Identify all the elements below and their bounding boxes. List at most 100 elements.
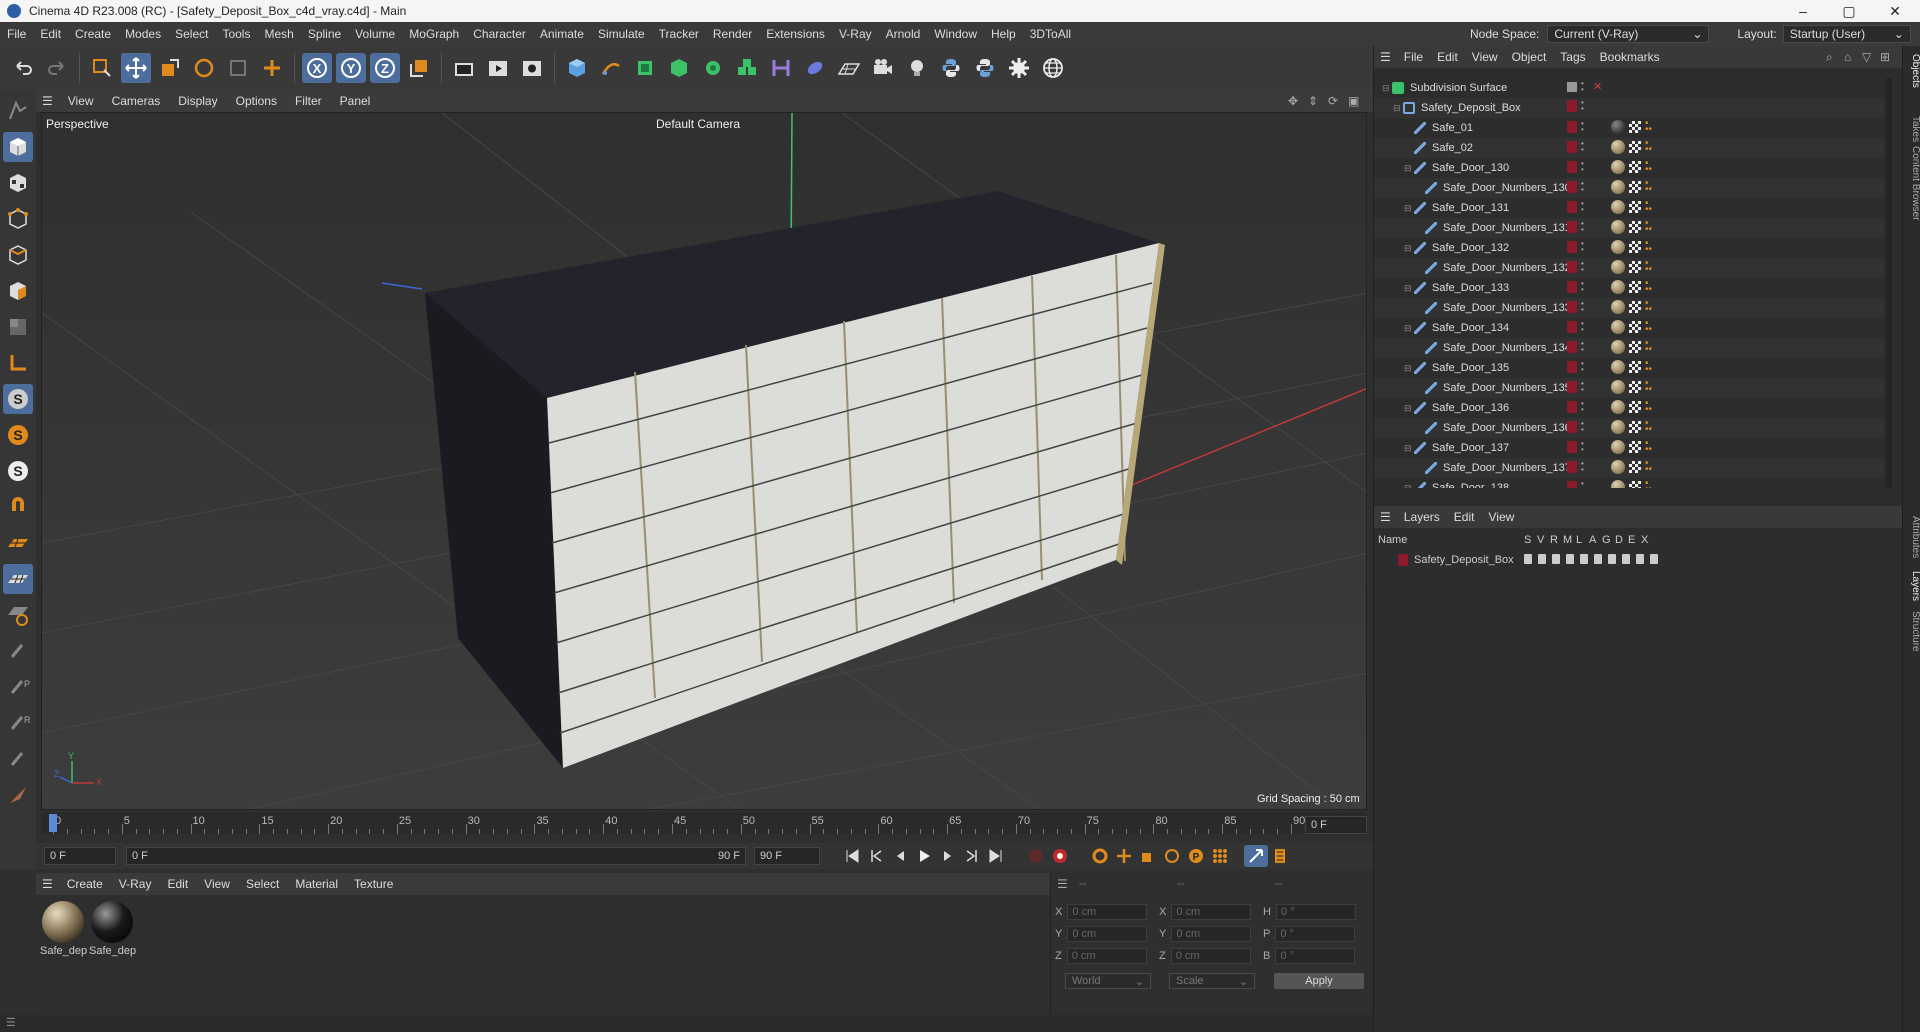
- uvw-tag-icon[interactable]: [1629, 481, 1641, 488]
- go-to-start-button[interactable]: [840, 845, 864, 867]
- object-tree-row[interactable]: Safe_Door_Numbers_135 • • • ••: [1374, 378, 1884, 398]
- workplane-button[interactable]: [3, 492, 33, 522]
- recent-tool-button[interactable]: [223, 53, 253, 83]
- layer-deformers-toggle-icon[interactable]: [1622, 554, 1630, 564]
- hamburger-icon[interactable]: ☰: [1057, 877, 1068, 891]
- layer-column-x[interactable]: X: [1641, 534, 1648, 546]
- material-menu-create[interactable]: Create: [59, 877, 111, 891]
- uvw-tag-icon[interactable]: [1629, 361, 1641, 373]
- zoom-view-icon[interactable]: ⇕: [1308, 94, 1318, 108]
- visibility-dots-icon[interactable]: ••: [1581, 180, 1589, 194]
- uvw-tag-icon[interactable]: [1629, 241, 1641, 253]
- material-tag-icon[interactable]: [1611, 440, 1625, 454]
- next-frame-button[interactable]: [936, 845, 960, 867]
- menu-edit[interactable]: Edit: [33, 27, 68, 41]
- node-space-select[interactable]: Current (V-Ray) ⌄: [1547, 25, 1710, 43]
- object-tree-row[interactable]: ⊟ Safe_Door_130 • • • ••: [1374, 158, 1884, 178]
- key-position-button[interactable]: [1112, 845, 1136, 867]
- brush-button[interactable]: [3, 636, 33, 666]
- layer-animation-toggle-icon[interactable]: [1594, 554, 1602, 564]
- rot-p-field[interactable]: 0 °: [1275, 926, 1356, 942]
- autokey-button[interactable]: [1048, 845, 1072, 867]
- timeline-ruler[interactable]: 0 5 10 15 20 25 30 35 40 45 50 55 60 65 70 75 80 85 90: [41, 812, 1367, 834]
- perspective-viewport[interactable]: Perspective Default Camera Grid Spacing …: [41, 112, 1367, 810]
- layer-color-swatch[interactable]: [1567, 121, 1577, 133]
- scale-tool-button[interactable]: [155, 53, 185, 83]
- visibility-dots-icon[interactable]: ••: [1581, 360, 1589, 374]
- expand-icon[interactable]: ⊞: [1880, 50, 1890, 64]
- layer-color-swatch[interactable]: [1567, 321, 1577, 333]
- x-axis-lock-button[interactable]: X: [302, 53, 332, 83]
- material-tag-icon[interactable]: [1611, 120, 1625, 134]
- enabled-toggle-icon[interactable]: ✕: [1593, 80, 1602, 93]
- vray-tag-icon[interactable]: •••: [1645, 459, 1652, 475]
- light-button[interactable]: [902, 53, 932, 83]
- pos-x-field[interactable]: 0 cm: [1067, 904, 1148, 920]
- rotate-view-icon[interactable]: ⟳: [1328, 94, 1338, 108]
- pen-spline-button[interactable]: [596, 53, 626, 83]
- edge-mode-button[interactable]: [3, 240, 33, 270]
- python-script-button[interactable]: [936, 53, 966, 83]
- uvw-tag-icon[interactable]: [1629, 281, 1641, 293]
- material-tag-icon[interactable]: [1611, 200, 1625, 214]
- menu-animate[interactable]: Animate: [533, 27, 591, 41]
- material-tag-icon[interactable]: [1611, 140, 1625, 154]
- menu-mesh[interactable]: Mesh: [257, 27, 300, 41]
- vray-tag-icon[interactable]: •••: [1645, 439, 1652, 455]
- layer-color-swatch[interactable]: [1567, 441, 1577, 453]
- layer-menu-edit[interactable]: Edit: [1447, 510, 1482, 524]
- snap-button[interactable]: S: [3, 384, 33, 414]
- object-menu-bookmarks[interactable]: Bookmarks: [1593, 50, 1667, 64]
- apply-button[interactable]: Apply: [1274, 973, 1364, 989]
- visibility-dots-icon[interactable]: ••: [1581, 400, 1589, 414]
- render-view-button[interactable]: [449, 53, 479, 83]
- vray-tag-icon[interactable]: •••: [1645, 419, 1652, 435]
- layer-expressions-toggle-icon[interactable]: [1636, 554, 1644, 564]
- tab-structure[interactable]: Structure: [1903, 611, 1920, 652]
- vray-tag-icon[interactable]: •••: [1645, 319, 1652, 335]
- layer-xrefs-toggle-icon[interactable]: [1650, 554, 1658, 564]
- expand-toggle-icon[interactable]: ⊟: [1404, 323, 1414, 334]
- material-menu-material[interactable]: Material: [287, 877, 346, 891]
- layer-menu-view[interactable]: View: [1481, 510, 1521, 524]
- subdivision-surface-button[interactable]: [630, 53, 660, 83]
- extrude-button[interactable]: [664, 53, 694, 83]
- expand-toggle-icon[interactable]: ⊟: [1404, 243, 1414, 254]
- vray-tag-icon[interactable]: •••: [1645, 479, 1652, 489]
- layer-column-s[interactable]: S: [1524, 534, 1531, 546]
- expand-toggle-icon[interactable]: ⊟: [1404, 443, 1414, 454]
- uvw-tag-icon[interactable]: [1629, 441, 1641, 453]
- material-tag-icon[interactable]: [1611, 220, 1625, 234]
- menu-modes[interactable]: Modes: [118, 27, 168, 41]
- uvw-tag-icon[interactable]: [1629, 421, 1641, 433]
- material-menu-vray[interactable]: V-Ray: [111, 877, 160, 891]
- vray-tag-icon[interactable]: •••: [1645, 379, 1652, 395]
- point-mode-button[interactable]: [3, 204, 33, 234]
- hamburger-icon[interactable]: ☰: [36, 94, 59, 108]
- coordinate-tool-button[interactable]: [257, 53, 287, 83]
- current-frame-field[interactable]: 0 F: [1305, 816, 1367, 834]
- material-tag-icon[interactable]: [1611, 280, 1625, 294]
- uvw-tag-icon[interactable]: [1629, 401, 1641, 413]
- array-button[interactable]: [732, 53, 762, 83]
- layer-column-m[interactable]: M: [1563, 534, 1572, 546]
- field-button[interactable]: [800, 53, 830, 83]
- visibility-dots-icon[interactable]: ••: [1581, 280, 1589, 294]
- filter-icon[interactable]: ▽: [1862, 50, 1871, 64]
- menu-tracker[interactable]: Tracker: [652, 27, 706, 41]
- visibility-dots-icon[interactable]: ••: [1581, 320, 1589, 334]
- uvw-tag-icon[interactable]: [1629, 161, 1641, 173]
- motion-path-button[interactable]: [1244, 845, 1268, 867]
- vray-tag-icon[interactable]: •••: [1645, 299, 1652, 315]
- visibility-dots-icon[interactable]: ••: [1581, 440, 1589, 454]
- uvw-tag-icon[interactable]: [1629, 121, 1641, 133]
- expand-toggle-icon[interactable]: ⊟: [1404, 403, 1414, 414]
- layer-color-swatch[interactable]: [1567, 201, 1577, 213]
- edit-check-icon[interactable]: [1567, 81, 1577, 92]
- menu-simulate[interactable]: Simulate: [591, 27, 652, 41]
- hamburger-icon[interactable]: ☰: [1374, 510, 1397, 524]
- maximize-button[interactable]: ▢: [1826, 0, 1872, 22]
- viewport-menu-options[interactable]: Options: [227, 94, 286, 108]
- material-menu-select[interactable]: Select: [238, 877, 287, 891]
- uvw-tag-icon[interactable]: [1629, 341, 1641, 353]
